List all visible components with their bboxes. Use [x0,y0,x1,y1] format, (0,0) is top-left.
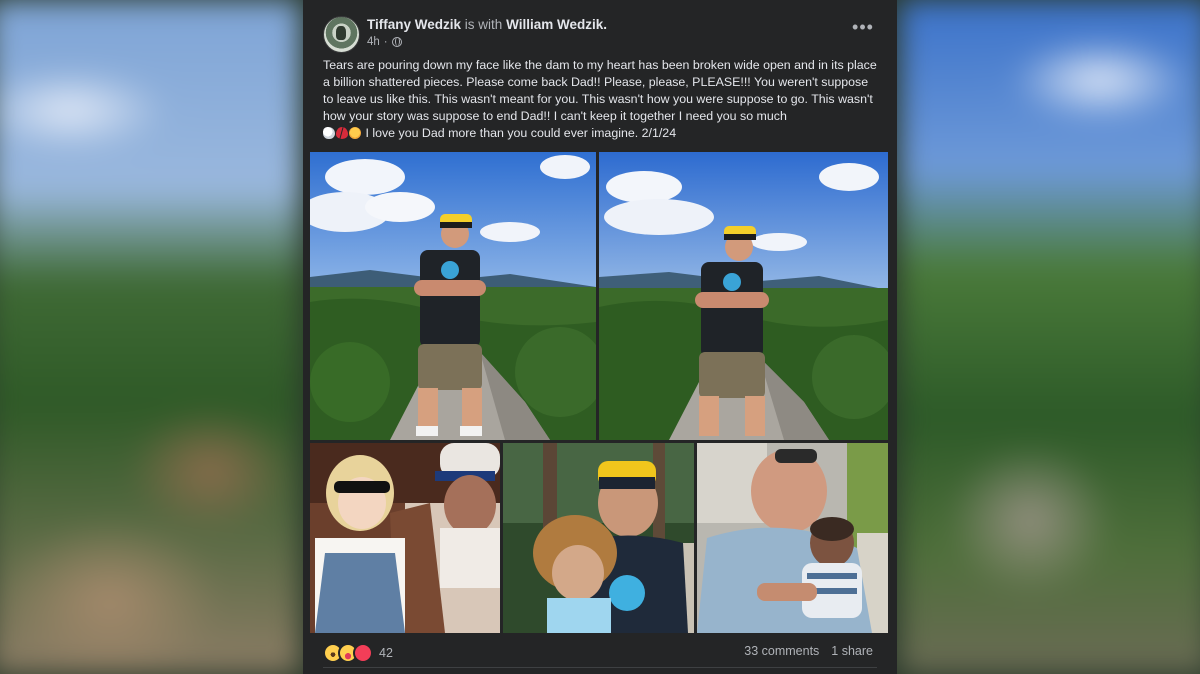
avatar[interactable] [323,16,360,53]
reaction-count[interactable]: 42 [379,646,393,660]
broken-heart-icon [336,127,348,139]
post-time[interactable]: 4h [367,36,380,48]
post-stats: 33 comments 1 share [744,644,873,658]
blurred-backdrop-left [0,0,300,674]
shares-count[interactable]: 1 share [831,644,873,658]
divider [323,667,877,668]
reaction-summary[interactable]: 42 [323,643,393,663]
photo-1-image [310,152,596,440]
post-text-body: Tears are pouring down my face like the … [323,58,877,123]
comments-count[interactable]: 33 comments [744,644,819,658]
post-meta: 4h · [367,36,402,48]
tagged-name[interactable]: William Wedzik. [506,17,607,32]
photo-5[interactable] [697,443,888,633]
love-icon [353,643,373,663]
photo-2-image [599,152,888,440]
photo-3-image [310,443,500,633]
photo-4[interactable] [503,443,694,633]
facebook-post: Tiffany Wedzik is with William Wedzik. 4… [303,0,897,674]
globe-icon [391,37,402,47]
reaction-icons [323,643,373,663]
blurred-backdrop-right [900,0,1200,674]
more-options-button[interactable]: ••• [849,18,877,42]
meta-separator: · [383,36,388,48]
post-text: Tears are pouring down my face like the … [323,57,879,142]
crying-face-icon [349,127,361,139]
post-header: Tiffany Wedzik is with William Wedzik. 4… [323,16,877,53]
post-author-line: Tiffany Wedzik is with William Wedzik. [367,17,607,33]
photo-2[interactable] [599,152,888,440]
photo-4-image [503,443,694,633]
with-text: is with [464,17,503,32]
post-text-ending: I love you Dad more than you could ever … [362,126,677,140]
author-name[interactable]: Tiffany Wedzik [367,17,461,32]
photo-5-image [697,443,888,633]
photo-1[interactable] [310,152,596,440]
photo-3[interactable] [310,443,500,633]
dove-icon [323,127,335,139]
